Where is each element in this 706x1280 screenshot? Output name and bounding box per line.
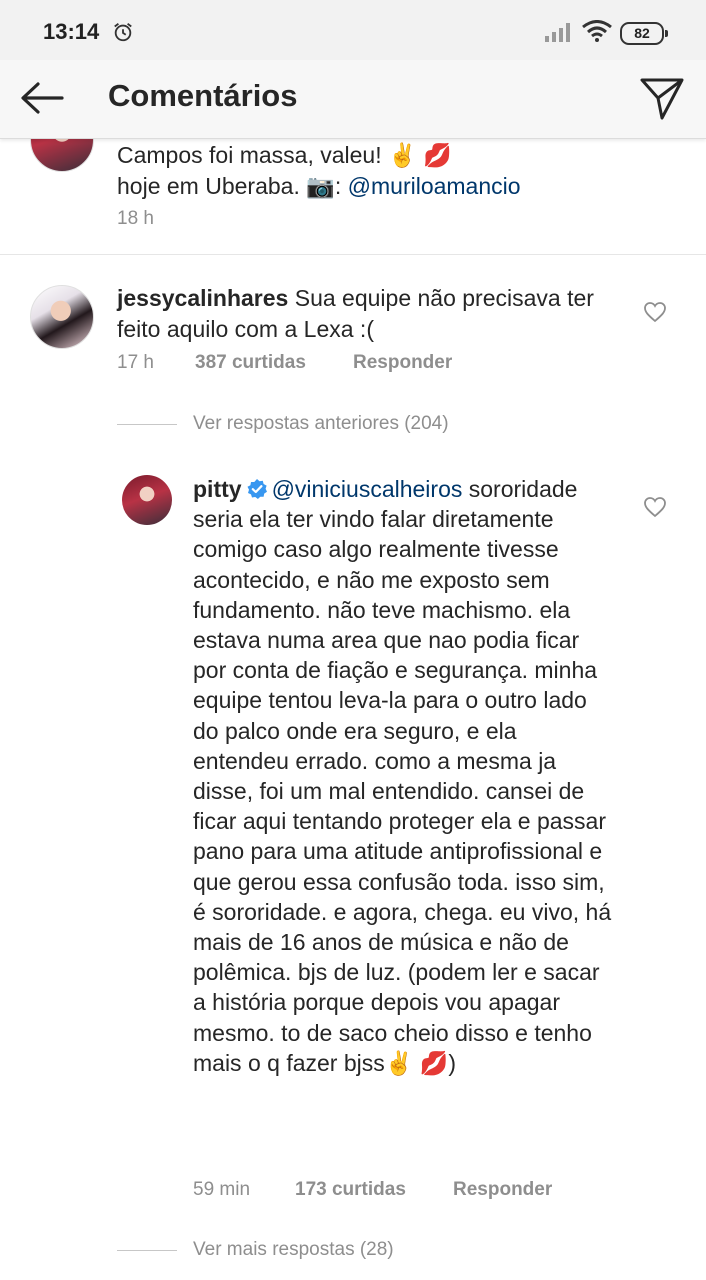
comment-time: 18 h <box>117 208 154 229</box>
view-previous-replies-link[interactable]: Ver respostas anteriores (204) <box>193 413 449 435</box>
thread-line <box>117 424 177 425</box>
page-title: Comentários <box>108 78 298 113</box>
thread-line <box>117 1250 177 1251</box>
cell-signal-icon <box>545 23 570 42</box>
status-time: 13:14 <box>43 19 100 44</box>
mention-link[interactable]: @viniciuscalheiros <box>272 476 463 502</box>
view-more-replies-link[interactable]: Ver mais respostas (28) <box>193 1239 394 1261</box>
reply-closing: ) <box>448 1049 457 1076</box>
kiss-emoji: 💋 <box>419 1049 449 1076</box>
paper-plane-icon[interactable] <box>638 74 686 122</box>
alarm-clock-icon <box>114 23 132 42</box>
wifi-icon <box>582 20 612 42</box>
divider <box>0 254 706 255</box>
caption-text: Campos foi massa, valeu! ✌️ 💋 hoje em Ub… <box>117 140 597 202</box>
arrow-left-icon[interactable] <box>18 76 66 120</box>
reply-username[interactable]: pitty <box>193 476 242 502</box>
kiss-emoji: 💋 <box>423 142 452 168</box>
heart-outline-icon[interactable] <box>643 496 667 518</box>
comment-time: 17 h <box>117 352 154 373</box>
reply-time: 59 min <box>193 1179 251 1200</box>
comment-username[interactable]: jessycalinhares <box>117 285 288 311</box>
like-count[interactable]: 173 curtidas <box>295 1179 406 1201</box>
avatar[interactable] <box>30 285 94 349</box>
like-count[interactable]: 387 curtidas <box>195 352 306 374</box>
caption-line-2: hoje em Uberaba. 📷: <box>117 173 348 199</box>
comment-text: jessycalinhares Sua equipe não precisava… <box>117 283 597 345</box>
heart-outline-icon[interactable] <box>643 301 667 323</box>
verified-badge-icon <box>247 479 267 499</box>
mention-link[interactable]: @muriloamancio <box>348 173 521 199</box>
reply-button[interactable]: Responder <box>353 352 452 374</box>
reply-text: pitty @viniciuscalheiros sororidade seri… <box>193 474 613 1078</box>
caption-line-1: Campos foi massa, valeu! ✌️ <box>117 142 417 168</box>
status-bar: 13:14 82 <box>0 0 706 60</box>
avatar[interactable] <box>122 475 172 525</box>
reply-button[interactable]: Responder <box>453 1179 552 1201</box>
reply-body: sororidade seria ela ter vindo falar dir… <box>193 476 612 1076</box>
battery-indicator: 82 <box>620 22 668 45</box>
app-bar: Comentários <box>0 60 706 139</box>
